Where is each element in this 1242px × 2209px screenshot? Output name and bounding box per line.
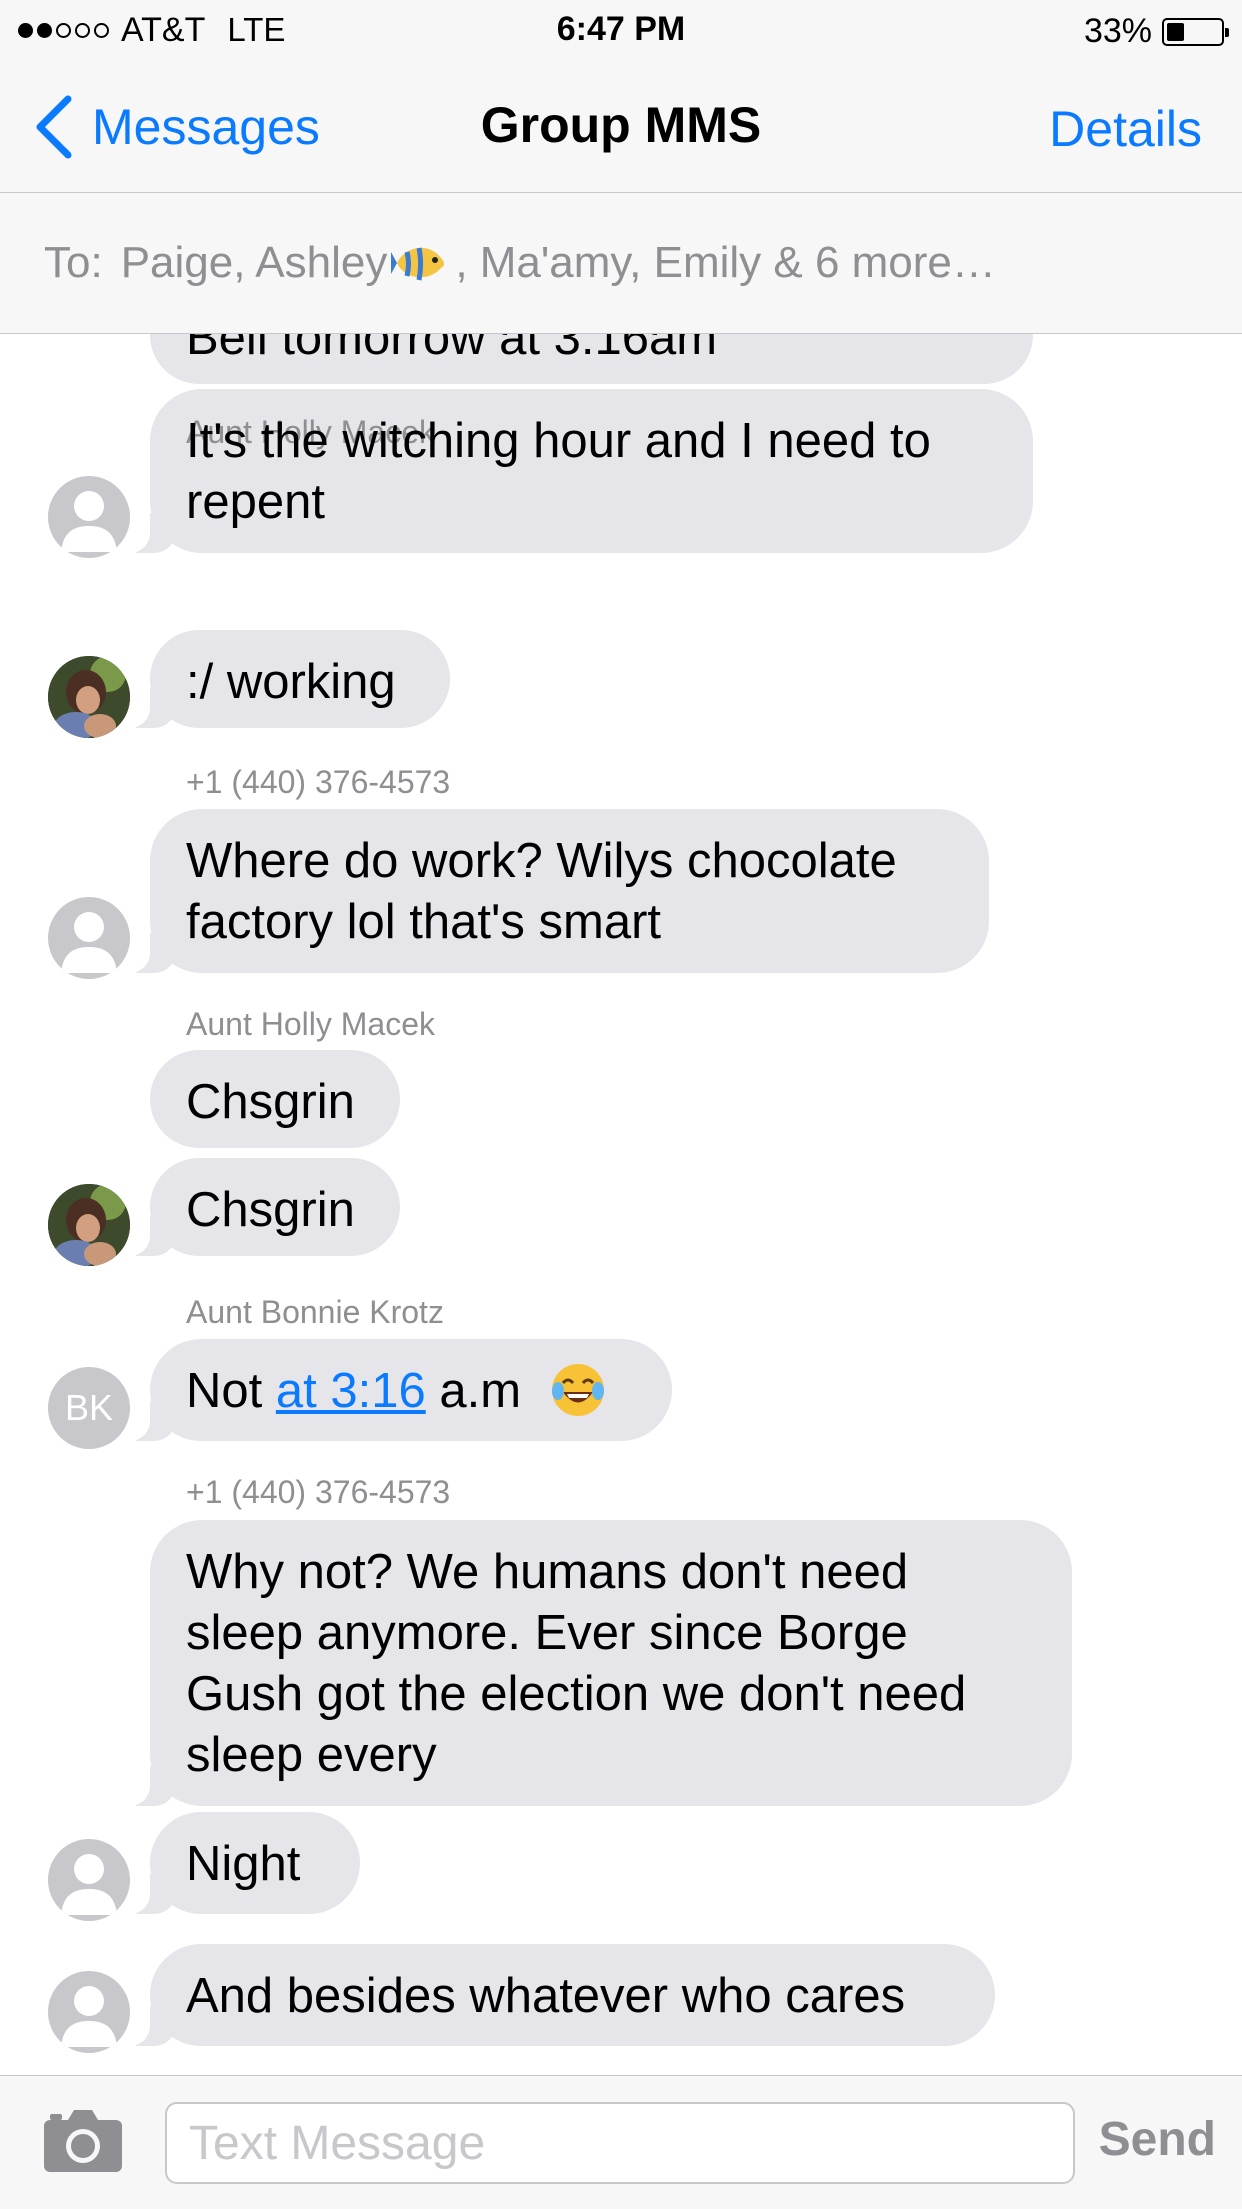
status-time: 6:47 PM	[556, 10, 686, 48]
message-text-part: a.m	[425, 1364, 522, 1418]
message-text: Chsgrin	[186, 1183, 355, 1237]
compose-bar: Send	[0, 2075, 1242, 2209]
person-placeholder-icon	[61, 1986, 117, 2047]
message-text: Why not? We humans don't need sleep anym…	[186, 1545, 967, 1782]
contact-avatar[interactable]	[48, 1971, 130, 2053]
message-text: :/ working	[186, 655, 396, 709]
person-placeholder-icon	[61, 491, 117, 552]
contact-photo	[48, 656, 130, 738]
tears-of-joy-emoji-icon	[552, 1364, 605, 1417]
contact-avatar[interactable]	[48, 476, 130, 558]
recipients-bar[interactable]: To: Paige, Ashley , Ma'amy, Emily & 6 mo…	[0, 193, 1242, 334]
sender-name: +1 (440) 376-4573	[186, 764, 451, 800]
contact-avatar[interactable]	[48, 897, 130, 979]
person-placeholder-icon	[61, 1854, 117, 1915]
sender-name: Aunt Bonnie Krotz	[186, 1294, 444, 1330]
message-text: It's the witching hour and I need to rep…	[186, 414, 931, 529]
time-link[interactable]: at 3:16	[276, 1364, 426, 1418]
message-text: And besides whatever who cares	[186, 1969, 906, 2023]
message-text: Where do work? Wilys chocolate factory l…	[186, 834, 897, 949]
contact-photo	[48, 1184, 130, 1266]
message-bubble[interactable]: Where do work? Wilys chocolate factory l…	[114, 809, 989, 973]
message-bubble[interactable]: And besides whatever who cares	[114, 1944, 995, 2046]
message-input[interactable]	[165, 2102, 1075, 2184]
message-text-part: Not	[186, 1364, 276, 1418]
message-bubble[interactable]: Bell tomorrow at 3:16am	[150, 334, 1033, 384]
person-placeholder-icon	[61, 912, 117, 973]
message-bubble[interactable]: Not at 3:16 a.m	[114, 1339, 672, 1441]
battery-percentage: 33%	[1083, 12, 1152, 50]
message-text: Night	[186, 1837, 301, 1891]
status-bar: AT&T LTE 6:47 PM 33%	[0, 0, 1242, 60]
contact-initials-avatar[interactable]: BK	[48, 1367, 130, 1449]
message-bubble[interactable]: Chsgrin	[150, 1050, 400, 1148]
message-bubble[interactable]: :/ working	[114, 630, 450, 728]
message-bubble[interactable]: Why not? We humans don't need sleep anym…	[114, 1520, 1072, 1806]
message-text: Chsgrin	[186, 1075, 355, 1129]
contact-avatar[interactable]	[48, 1839, 130, 1921]
contact-photo-avatar[interactable]	[48, 1184, 130, 1266]
message-text: Bell tomorrow at 3:16am	[186, 334, 718, 365]
sender-name: Aunt Holly Macek	[186, 1006, 435, 1042]
message-bubble[interactable]: It's the witching hour and I need to rep…	[114, 389, 1033, 553]
send-button[interactable]: Send	[1099, 2112, 1216, 2167]
battery-icon	[1162, 17, 1229, 46]
battery-nub	[1225, 27, 1229, 37]
battery-indicator: 33%	[1083, 12, 1229, 51]
recipient-names: Paige, Ashley	[120, 238, 388, 287]
navigation-bar: Messages Group MMS Details	[0, 60, 1242, 193]
camera-icon[interactable]	[44, 2110, 122, 2172]
details-button[interactable]: Details	[1049, 100, 1202, 158]
sender-name: +1 (440) 376-4573	[186, 1474, 451, 1510]
message-bubble[interactable]: Chsgrin	[114, 1158, 400, 1256]
message-text: Not at 3:16 a.m	[186, 1364, 607, 1418]
contact-photo-avatar[interactable]	[48, 656, 130, 738]
message-list[interactable]: Bell tomorrow at 3:16am It's the witchin…	[0, 334, 1242, 2074]
recipient-names-more: , Ma'amy, Emily & 6 more…	[455, 238, 996, 287]
to-label: To:	[44, 238, 103, 287]
battery-fill	[1167, 22, 1184, 41]
message-bubble[interactable]: Night	[114, 1812, 360, 1914]
tropical-fish-icon	[391, 247, 445, 281]
